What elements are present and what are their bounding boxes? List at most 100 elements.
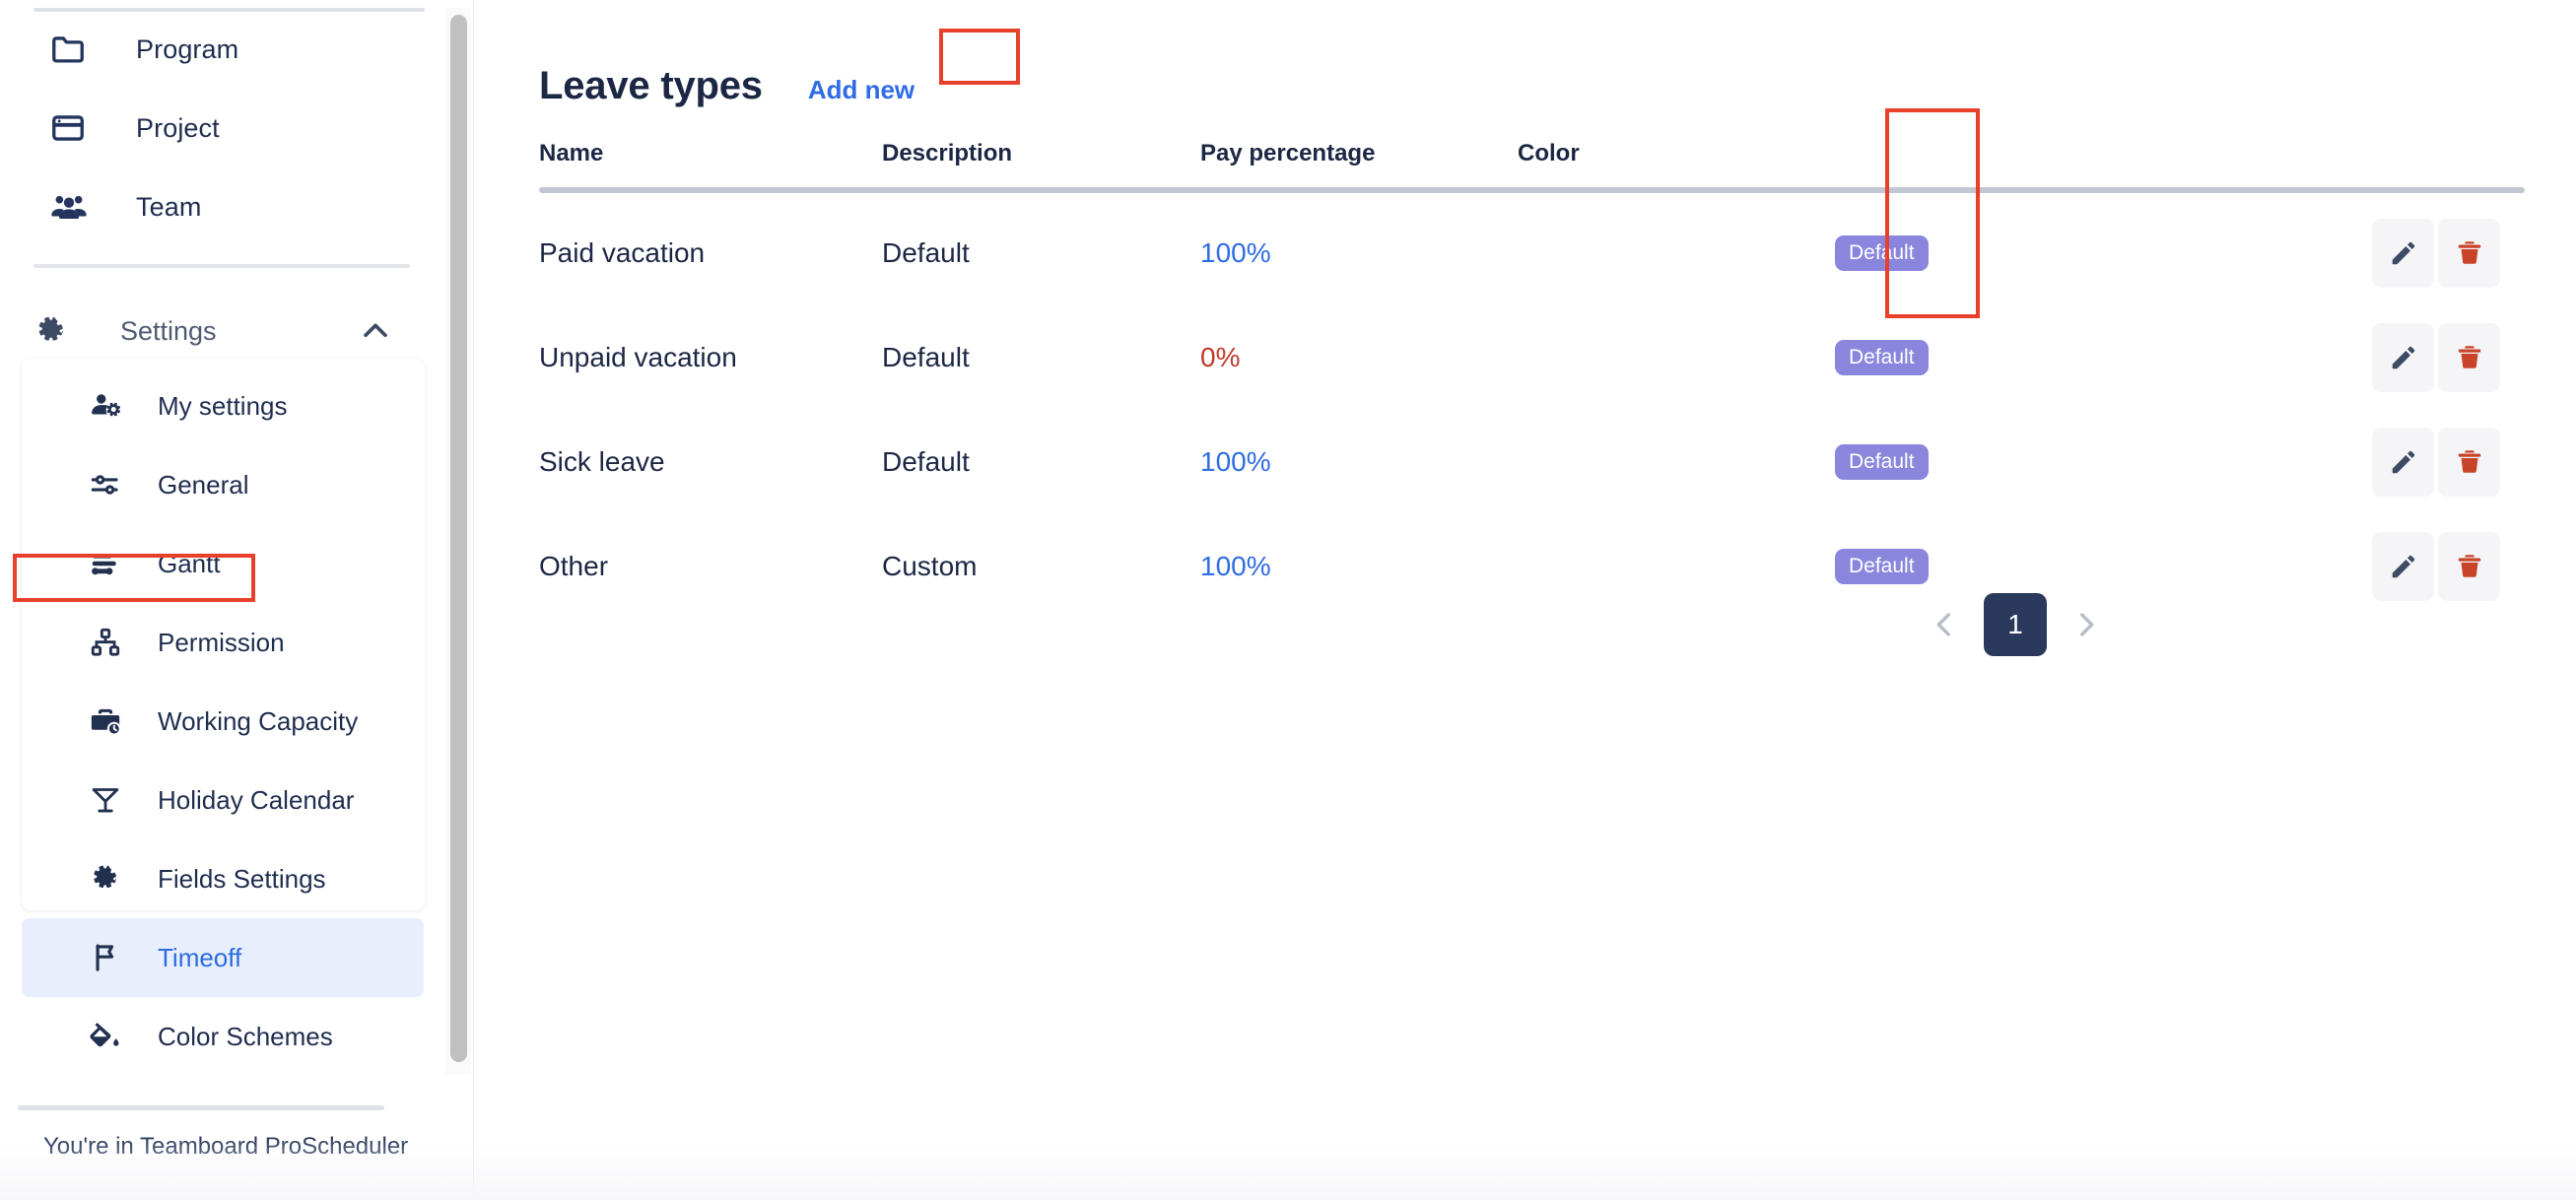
cell-name: Sick leave [539,446,665,477]
edit-button[interactable] [2372,428,2434,497]
cocktail-icon [89,783,128,817]
column-header-description: Description [882,140,1013,167]
page-title: Leave types [539,64,763,107]
trash-icon [2455,447,2484,477]
sidebar-bottom-divider [18,1105,384,1110]
sidebar-item-label: Team [136,191,202,222]
status-badge: Default [1835,235,1929,271]
sidebar-item-program[interactable]: Program [16,10,428,89]
pencil-icon [2389,238,2418,268]
sidebar-item-timeoff[interactable]: Timeoff [22,918,424,997]
trash-icon [2455,343,2484,372]
table-row[interactable]: Other Custom 100% Default [539,514,2520,619]
row-actions [2372,532,2500,601]
add-new-button[interactable]: Add new [784,49,944,131]
pagination: 1 [1923,593,2108,656]
sidebar-item-label: Gantt [158,548,221,578]
row-actions [2372,323,2500,392]
edit-button[interactable] [2372,532,2434,601]
status-badge: Default [1835,340,1929,375]
gear-icon [34,314,79,348]
chevron-up-icon[interactable] [359,314,392,348]
sidebar-item-label: General [158,469,249,500]
sidebar-scroll-region: Program Project Team Settings My setting… [0,0,448,1131]
leave-types-table: Name Description Pay percentage Color Pa… [539,140,2525,619]
cell-pay-percentage: 0% [1200,342,1241,372]
sidebar-group-settings[interactable]: Settings [0,292,445,370]
trash-icon [2455,552,2484,581]
sidebar-group-label: Settings [120,315,217,346]
table-header-row: Name Description Pay percentage Color [539,140,2520,183]
table-header-underline [539,187,2525,193]
sidebar-item-working-capacity[interactable]: Working Capacity [22,682,424,761]
gear-icon [89,863,128,895]
cell-pay-percentage: 100% [1200,551,1271,581]
edit-button[interactable] [2372,323,2434,392]
sidebar-item-label: My settings [158,390,288,421]
status-badge: Default [1835,549,1929,584]
cell-description: Default [882,342,970,372]
sidebar-item-label: Project [136,112,220,143]
row-actions [2372,428,2500,497]
sidebar-item-label: Color Schemes [158,1021,333,1051]
status-badge: Default [1835,444,1929,480]
pencil-icon [2389,552,2418,581]
sidebar-section-divider [34,264,410,268]
sidebar: Program Project Team Settings My setting… [0,0,474,1200]
delete-button[interactable] [2438,323,2500,392]
pagination-prev-button[interactable] [1923,603,1966,646]
cell-description: Default [882,446,970,477]
sidebar-item-project[interactable]: Project [16,89,428,167]
table-row[interactable]: Paid vacation Default 100% Default [539,201,2520,305]
sidebar-item-label: Holiday Calendar [158,784,355,815]
sidebar-item-fields-settings[interactable]: Fields Settings [22,839,424,918]
cell-description: Default [882,237,970,268]
gantt-bars-icon [89,547,128,580]
flag-icon [89,941,128,974]
column-header-name: Name [539,140,604,167]
trash-icon [2455,238,2484,268]
sidebar-footer-note: You're in Teamboard ProScheduler [43,1133,409,1160]
sidebar-item-label: Timeoff [158,942,242,972]
pagination-next-button[interactable] [2065,603,2108,646]
briefcase-clock-icon [89,704,128,738]
column-header-color: Color [1518,140,1580,167]
sidebar-item-holiday-calendar[interactable]: Holiday Calendar [22,761,424,839]
folder-icon [49,31,95,68]
delete-button[interactable] [2438,428,2500,497]
cell-description: Custom [882,551,978,581]
browser-window-icon [49,109,95,147]
cell-name: Unpaid vacation [539,342,737,372]
people-group-icon [49,187,95,227]
cell-name: Paid vacation [539,237,706,268]
hierarchy-icon [89,626,128,659]
paint-bucket-icon [89,1020,128,1053]
user-gear-icon [89,389,128,423]
sidebar-item-permission[interactable]: Permission [22,603,424,682]
sidebar-item-label: Working Capacity [158,705,359,736]
sliders-icon [89,468,128,501]
cell-pay-percentage: 100% [1200,237,1271,268]
page-header: Leave types Add new [539,49,944,131]
sidebar-item-general[interactable]: General [22,445,424,524]
sidebar-item-label: Permission [158,627,285,657]
table-row[interactable]: Sick leave Default 100% Default [539,410,2520,514]
main-content: Leave types Add new Name Description Pay… [474,0,2576,1200]
delete-button[interactable] [2438,532,2500,601]
table-row[interactable]: Unpaid vacation Default 0% Default [539,305,2520,410]
sidebar-scrollbar-thumb[interactable] [450,15,467,1062]
pencil-icon [2389,343,2418,372]
add-new-label: Add new [807,75,915,104]
pagination-page-1[interactable]: 1 [1984,593,2047,656]
row-actions [2372,219,2500,288]
sidebar-item-label: Program [136,33,239,64]
delete-button[interactable] [2438,219,2500,288]
sidebar-item-my-settings[interactable]: My settings [22,367,424,445]
annotation-box-add-new [939,29,1020,85]
sidebar-item-gantt[interactable]: Gantt [22,524,424,603]
app-root: Program Project Team Settings My setting… [0,0,2576,1200]
sidebar-item-color-schemes[interactable]: Color Schemes [22,997,424,1076]
edit-button[interactable] [2372,219,2434,288]
sidebar-item-team[interactable]: Team [16,167,428,246]
cell-pay-percentage: 100% [1200,446,1271,477]
